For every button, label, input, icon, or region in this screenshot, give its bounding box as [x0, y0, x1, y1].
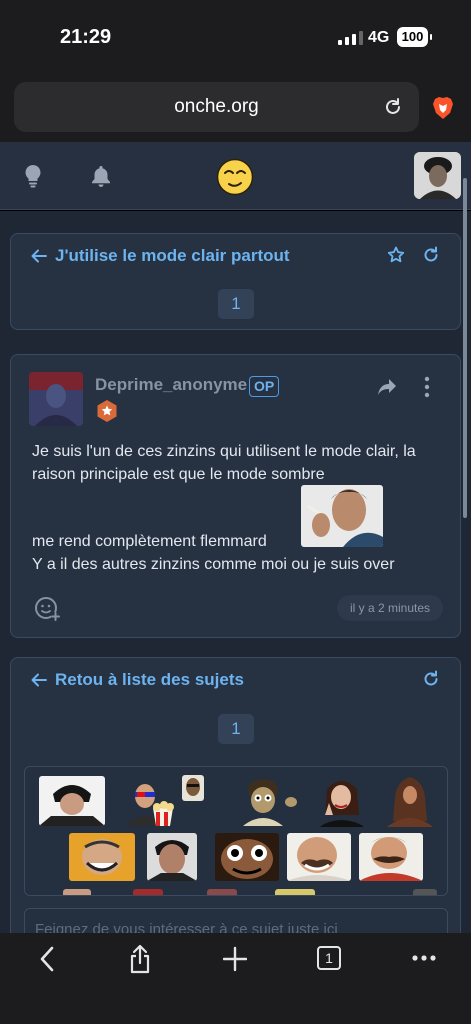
network-label: 4G	[368, 29, 390, 46]
browser-toolbar: 1	[0, 933, 471, 1024]
refresh-icon[interactable]	[422, 246, 440, 264]
reply-textarea[interactable]: Feignez de vous intéresser à ce sujet ju…	[24, 908, 448, 933]
sticker-item[interactable]	[147, 833, 197, 881]
post-card: Deprime_anonyme OP Je suis l'un de ces z…	[10, 354, 461, 638]
sticker-item[interactable]	[63, 889, 91, 895]
topic-header-card: J'utilise le mode clair partout 1	[10, 233, 461, 330]
reply-card: Retou à liste des sujets 1 Feignez de vo…	[10, 657, 461, 933]
more-icon[interactable]	[423, 376, 431, 398]
refresh-icon[interactable]	[422, 670, 440, 688]
post-line-1: Je suis l'un de ces zinzins qui utilisen…	[32, 443, 416, 483]
back-arrow-icon[interactable]	[31, 673, 47, 687]
sticker-item[interactable]	[69, 833, 135, 881]
sticker-item[interactable]	[215, 833, 279, 881]
op-badge: OP	[249, 376, 280, 397]
sticker-item[interactable]	[239, 776, 301, 826]
back-arrow-icon[interactable]	[31, 249, 47, 263]
sticker-item[interactable]	[383, 773, 437, 827]
page-content: J'utilise le mode clair partout 1 Deprim…	[0, 211, 471, 933]
back-to-topics-link[interactable]: Retou à liste des sujets	[55, 670, 244, 690]
rank-badge-icon	[97, 400, 117, 422]
plus-icon[interactable]	[223, 946, 247, 972]
sticker-item[interactable]	[275, 889, 315, 895]
sticker-item[interactable]	[182, 775, 204, 801]
url-text: onche.org	[174, 96, 259, 117]
post-line-2: me rend complètement flemmard	[32, 533, 267, 550]
post-body: Je suis l'un de ces zinzins qui utilisen…	[32, 440, 452, 576]
signal-icon	[338, 31, 363, 45]
pagination-page-1[interactable]: 1	[218, 714, 254, 744]
sticker-image	[301, 485, 383, 547]
pagination-page-1[interactable]: 1	[218, 289, 254, 319]
address-bar[interactable]: onche.org	[14, 82, 419, 132]
tabs-icon[interactable]: 1	[317, 946, 341, 970]
status-time: 21:29	[60, 26, 112, 48]
sticker-item[interactable]	[207, 889, 237, 895]
scrollbar[interactable]	[463, 178, 467, 518]
post-timestamp: il y a 2 minutes	[337, 595, 443, 621]
sticker-item[interactable]	[287, 833, 351, 881]
ellipsis-icon[interactable]	[412, 953, 436, 963]
battery-icon: 100	[397, 27, 432, 47]
star-icon[interactable]	[387, 246, 405, 264]
author-name[interactable]: Deprime_anonyme	[95, 375, 247, 395]
share-icon[interactable]	[377, 378, 397, 396]
brave-lion-icon[interactable]	[432, 96, 454, 120]
add-reaction-icon[interactable]	[34, 595, 60, 621]
lightbulb-icon[interactable]	[23, 164, 43, 188]
sticker-item[interactable]	[413, 889, 437, 895]
post-line-3: Y a il des autres zinzins comme moi ou j…	[32, 556, 395, 573]
topic-title[interactable]: J'utilise le mode clair partout	[55, 246, 290, 266]
user-avatar[interactable]	[414, 152, 461, 199]
reload-icon[interactable]	[383, 97, 403, 117]
author-avatar[interactable]	[29, 372, 83, 426]
sticker-item[interactable]	[133, 889, 163, 895]
smiley-icon[interactable]	[216, 158, 254, 196]
sticker-item[interactable]	[39, 776, 105, 826]
browser-address-area: onche.org	[0, 74, 471, 142]
share-sheet-icon[interactable]	[128, 944, 152, 974]
bell-icon[interactable]	[90, 164, 112, 188]
sticker-picker	[24, 766, 448, 896]
sticker-item[interactable]	[359, 833, 423, 881]
sticker-item[interactable]	[123, 778, 179, 826]
chevron-left-icon[interactable]	[38, 946, 56, 972]
status-bar: 21:29 4G 100	[0, 0, 471, 74]
sticker-item[interactable]	[319, 775, 365, 827]
